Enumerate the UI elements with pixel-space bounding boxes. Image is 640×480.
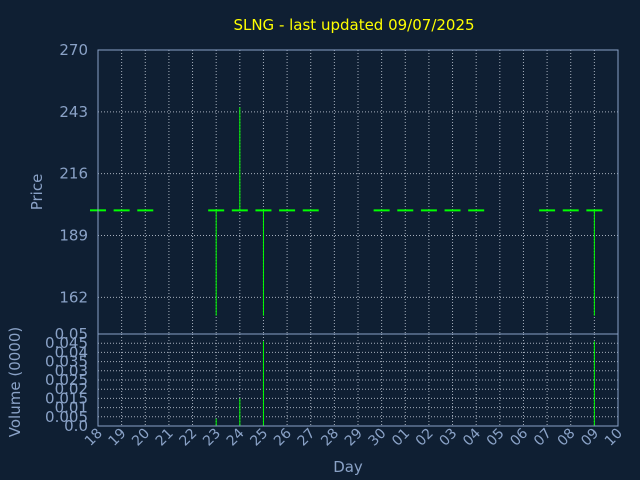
x-axis-label: Day [333, 458, 363, 476]
volume-axis-label: Volume (0000) [6, 327, 24, 437]
chart-title: SLNG - last updated 09/07/2025 [233, 16, 474, 34]
price-y-tick-label: 243 [59, 103, 88, 121]
volume-y-tick-label: 0.0 [64, 417, 88, 435]
price-y-tick-label: 189 [59, 227, 88, 245]
price-axis-label: Price [28, 174, 46, 211]
price-y-tick-label: 162 [59, 288, 88, 306]
stock-chart: SLNG - last updated 09/07/2025 270 243 216… [0, 0, 640, 480]
price-y-tick-label: 270 [59, 41, 88, 59]
price-y-tick-label: 216 [59, 165, 88, 183]
